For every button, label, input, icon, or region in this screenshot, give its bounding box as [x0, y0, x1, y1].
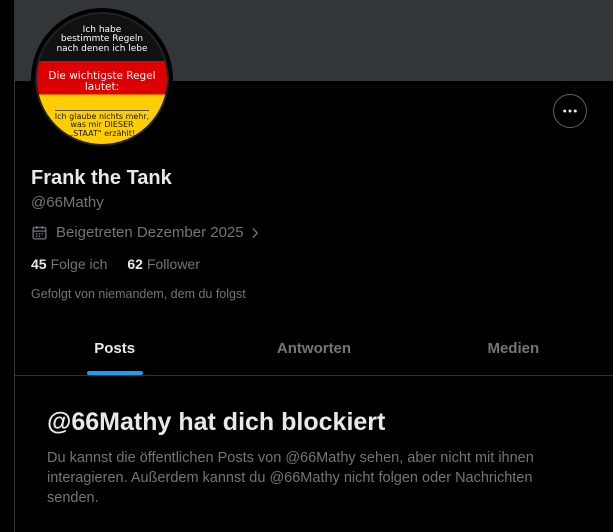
avatar[interactable]: Ich habe bestimmte Regeln nach denen ich… — [31, 8, 173, 150]
tabs-divider — [15, 375, 613, 376]
joined-label: Beigetreten Dezember 2025 — [56, 224, 244, 241]
blocked-description: Du kannst die öffentlichen Posts von @66… — [47, 450, 534, 506]
tab-media[interactable]: Medien — [414, 322, 613, 375]
profile-stats: 45 Folge ich 62 Follower — [31, 256, 220, 272]
following-label: Folge ich — [50, 256, 108, 272]
joined-date[interactable]: Beigetreten Dezember 2025 — [31, 224, 262, 241]
tab-media-label: Medien — [487, 340, 540, 357]
more-options-button[interactable] — [553, 94, 587, 128]
avatar-text-top: Ich habe bestimmte Regeln nach denen ich… — [56, 25, 148, 54]
tab-posts-label: Posts — [94, 340, 136, 357]
tab-replies-label: Antworten — [276, 340, 352, 357]
following-count: 45 — [31, 256, 47, 272]
more-horizontal-icon — [563, 109, 577, 113]
profile-handle: @66Mathy — [31, 194, 104, 211]
chevron-right-icon — [251, 227, 258, 238]
avatar-text-middle: Die wichtigste Regel lautet: — [48, 70, 156, 94]
blocked-title: @66Mathy hat dich blockiert — [47, 408, 386, 436]
followers-link[interactable]: 62 Follower — [127, 256, 199, 272]
tab-posts[interactable]: Posts — [15, 322, 214, 375]
tab-replies[interactable]: Antworten — [214, 322, 413, 375]
avatar-text-bottom: Ich glaube nichts mehr, was mir DIESER „… — [54, 110, 150, 138]
avatar-image: Ich habe bestimmte Regeln nach denen ich… — [35, 12, 169, 146]
following-link[interactable]: 45 Folge ich — [31, 256, 107, 272]
followers-label: Follower — [146, 256, 200, 272]
followed-by-text: Gefolgt von niemandem, dem du folgst — [31, 287, 246, 301]
calendar-icon — [32, 226, 47, 240]
followers-count: 62 — [127, 256, 143, 272]
profile-name: Frank the Tank — [31, 167, 172, 189]
profile-tabs: Posts Antworten Medien — [15, 322, 613, 375]
